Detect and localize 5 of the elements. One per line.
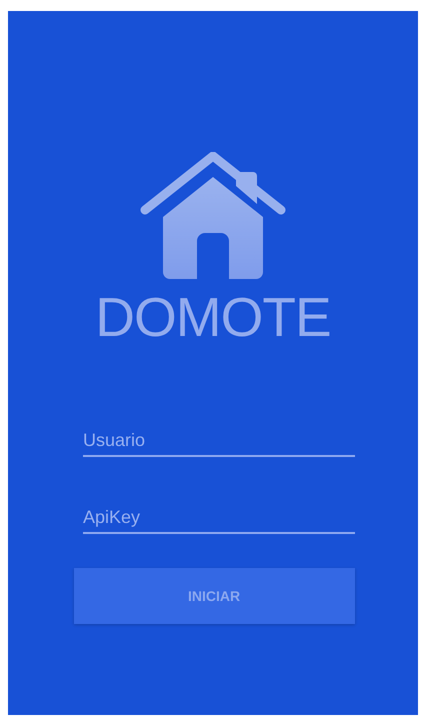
house-icon bbox=[140, 152, 286, 282]
input-field[interactable]: ApiKey bbox=[83, 504, 355, 534]
start-button[interactable]: INICIAR bbox=[74, 568, 354, 624]
input-field[interactable]: Usuario bbox=[83, 427, 355, 457]
app-title: DOMOTE bbox=[95, 290, 331, 345]
